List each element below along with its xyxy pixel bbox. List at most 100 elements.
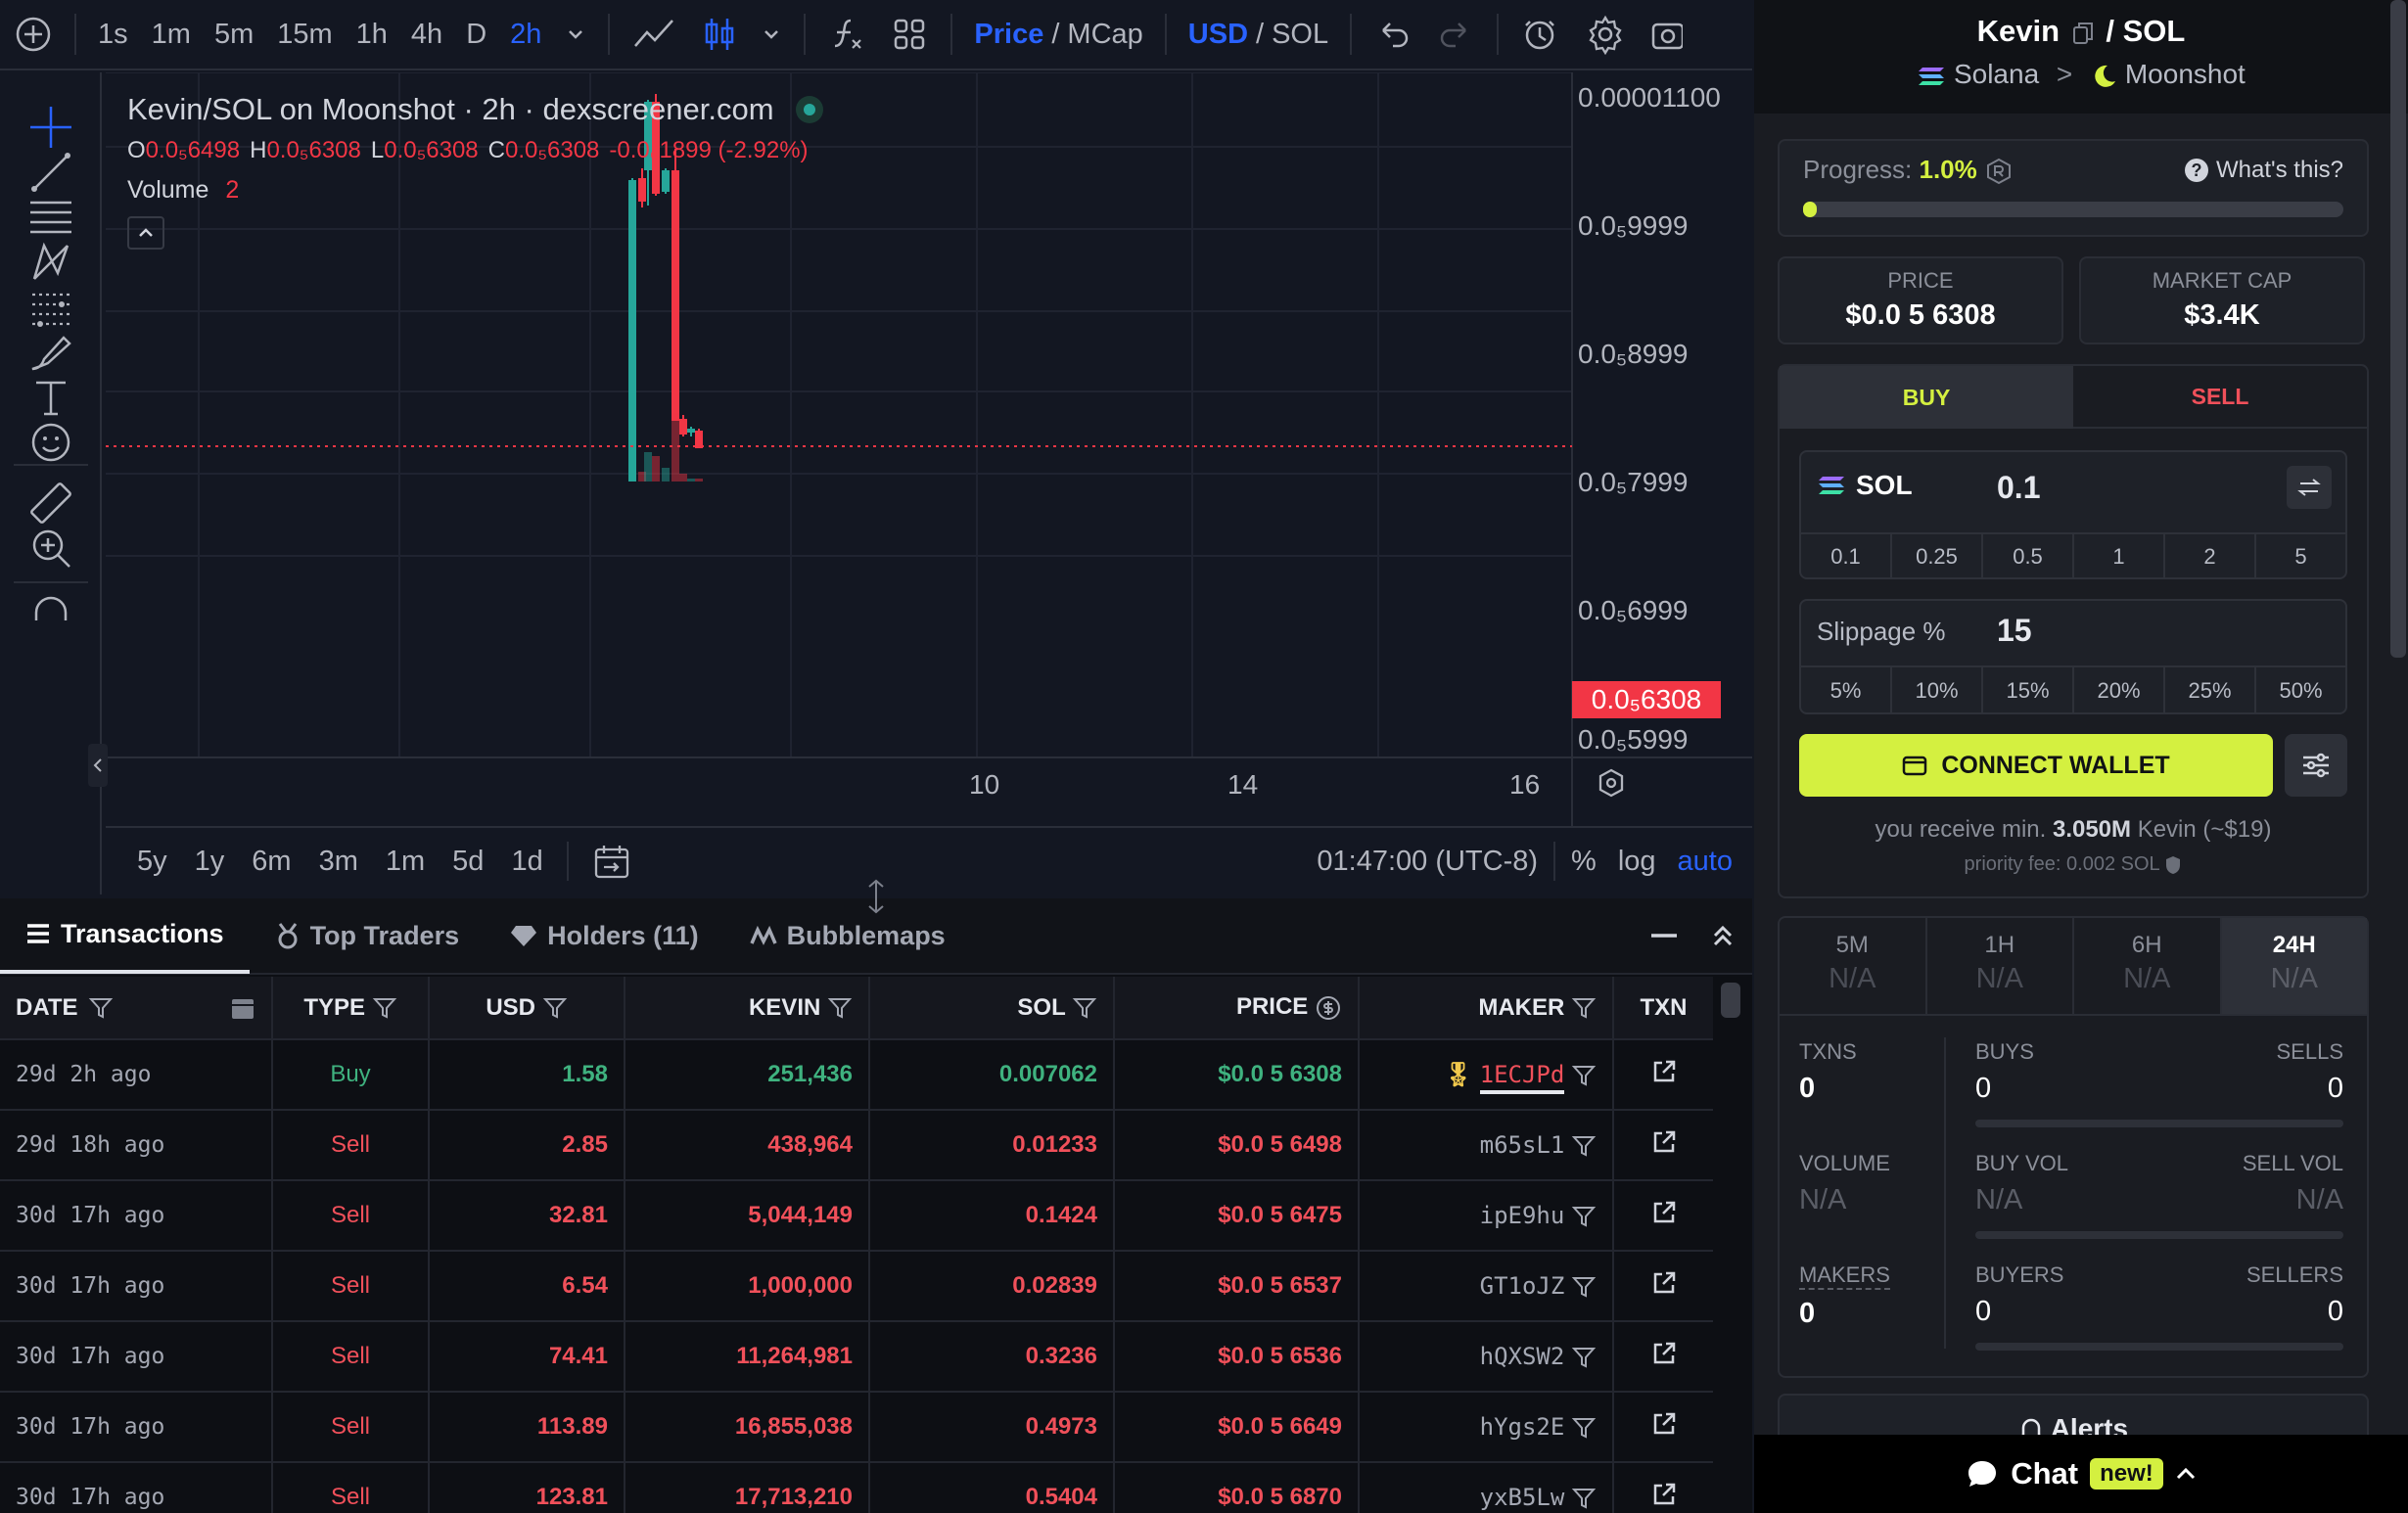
settings-gear-icon[interactable] [1573,0,1638,69]
trade-settings-icon[interactable] [2285,734,2347,797]
interval-1m[interactable]: 1m [140,0,203,69]
copy-icon[interactable] [2072,22,2094,45]
swap-direction-icon[interactable] [2287,466,2332,509]
range-1y[interactable]: 1y [195,846,225,878]
chevron-up-icon[interactable] [2175,1466,2197,1482]
magnet-icon[interactable] [22,591,80,620]
filter-icon[interactable] [1571,1415,1597,1441]
tab-holders[interactable]: Holders (11) [485,897,724,974]
amount-input[interactable]: 0.1 [1997,470,2040,506]
maker-address[interactable]: ipE9hu [1480,1202,1565,1229]
connect-wallet-button[interactable]: CONNECT WALLET [1799,734,2273,797]
slippage-preset[interactable]: 25% [2165,667,2256,714]
undo-icon[interactable] [1362,0,1424,69]
chain-name[interactable]: Solana [1954,59,2039,89]
maker-address[interactable]: hQXSW2 [1480,1343,1565,1370]
interval-15m[interactable]: 15m [265,0,344,69]
range-3m[interactable]: 3m [319,846,358,878]
zoom-in-icon[interactable] [22,519,80,577]
chart-clock[interactable]: 01:47:00 (UTC-8) [1317,846,1538,878]
filter-icon[interactable] [1571,1204,1597,1229]
emoji-icon[interactable] [22,413,80,472]
currency-toggle[interactable]: USD / SOL [1177,0,1340,69]
candles-icon[interactable] [690,0,749,69]
range-1m[interactable]: 1m [386,846,425,878]
range-6m[interactable]: 6m [252,846,291,878]
tx-link[interactable] [1613,1110,1713,1181]
line-chart-icon[interactable] [620,0,690,69]
slippage-preset[interactable]: 15% [1983,667,2074,714]
interval-4h[interactable]: 4h [399,0,454,69]
tx-link[interactable] [1613,1392,1713,1463]
percent-scale-toggle[interactable]: % [1571,846,1597,878]
interval-1s[interactable]: 1s [86,0,140,69]
chart-settings-icon[interactable] [1596,767,1627,805]
auto-scale-toggle[interactable]: auto [1678,846,1733,878]
tx-link[interactable] [1613,1180,1713,1252]
token-selector[interactable]: SOL [1817,470,1913,501]
price-header[interactable]: PRICE [1114,977,1360,1040]
filter-icon[interactable] [1571,995,1597,1021]
mcap-toggle-label[interactable]: MCap [1067,19,1142,51]
period-tab-1h[interactable]: 1H N/A [1927,918,2074,1014]
tab-top-traders[interactable]: Top Traders [250,897,486,974]
maker-address[interactable]: hYgs2E [1480,1413,1565,1441]
amount-preset[interactable]: 0.1 [1801,534,1892,579]
price-chart[interactable]: Kevin/SOL on Moonshot · 2h · dexscreener… [106,72,1752,894]
slippage-preset[interactable]: 10% [1892,667,1983,714]
filter-icon[interactable] [1571,1345,1597,1370]
whats-this-link[interactable]: ? What's this? [2185,157,2343,184]
table-row[interactable]: 30d 17h ago Sell 32.81 5,044,149 0.1424 $0.0 … [0,1180,1713,1252]
filter-icon[interactable] [1571,1486,1597,1511]
tab-bubblemaps[interactable]: Bubblemaps [724,897,971,974]
filter-icon[interactable] [372,995,397,1021]
interval-d[interactable]: D [454,0,498,69]
amount-preset[interactable]: 2 [2165,534,2256,579]
period-tab-5m[interactable]: 5M N/A [1780,918,1927,1014]
filter-icon[interactable] [1072,995,1097,1021]
table-row[interactable]: 29d 18h ago Sell 2.85 438,964 0.01233 $0.0 5 … [0,1110,1713,1181]
layouts-icon[interactable] [878,0,941,69]
tx-link[interactable] [1613,1462,1713,1513]
minimize-panel-icon[interactable] [1635,933,1693,939]
filter-icon[interactable] [542,995,568,1021]
maker-address[interactable]: yxB5Lw [1480,1484,1565,1511]
table-row[interactable]: 30d 17h ago Sell 74.41 11,264,981 0.3236 $0.0… [0,1321,1713,1393]
chevron-down-icon[interactable] [749,0,794,69]
price-toggle-label[interactable]: Price [974,19,1043,51]
collapse-legend-button[interactable] [127,216,164,250]
panel-resize-handle[interactable] [859,877,893,916]
slippage-preset[interactable]: 5% [1801,667,1892,714]
slippage-preset[interactable]: 20% [2074,667,2165,714]
maker-header[interactable]: MAKER [1359,977,1614,1040]
amount-preset[interactable]: 1 [2074,534,2165,579]
indicators-icon[interactable] [815,0,878,69]
tx-link[interactable] [1613,1039,1713,1111]
filter-icon[interactable] [827,995,853,1021]
maker-address[interactable]: 1ECJPd [1479,1060,1565,1094]
slippage-preset[interactable]: 50% [2256,667,2345,714]
buy-tab[interactable]: BUY [1780,366,2073,429]
add-symbol-icon[interactable] [0,0,65,69]
kevin-header[interactable]: KEVIN [625,977,870,1040]
chevron-down-icon[interactable] [553,0,598,69]
interval-1h[interactable]: 1h [345,0,399,69]
sol-toggle-label[interactable]: SOL [1272,19,1328,51]
sol-header[interactable]: SOL [869,977,1115,1040]
table-scrollbar[interactable] [1721,983,1740,1018]
filter-icon[interactable] [1571,1063,1597,1088]
tx-link[interactable] [1613,1251,1713,1322]
amount-preset[interactable]: 5 [2256,534,2345,579]
tx-link[interactable] [1613,1321,1713,1393]
sidebar-scrollbar[interactable] [2390,0,2406,658]
redo-icon[interactable] [1424,0,1487,69]
amount-preset[interactable]: 0.5 [1983,534,2074,579]
time-axis[interactable]: 10 14 16 [106,757,1752,808]
table-row[interactable]: 30d 17h ago Sell 123.81 17,713,210 0.5404 $0.… [0,1462,1713,1513]
table-row[interactable]: 30d 17h ago Sell 6.54 1,000,000 0.02839 $0.0 … [0,1251,1713,1322]
alert-clock-icon[interactable] [1508,0,1573,69]
range-5y[interactable]: 5y [137,846,167,878]
currency-toggle-icon[interactable] [1315,994,1342,1022]
collapse-tools-button[interactable] [88,744,108,787]
type-header[interactable]: TYPE [272,977,430,1040]
